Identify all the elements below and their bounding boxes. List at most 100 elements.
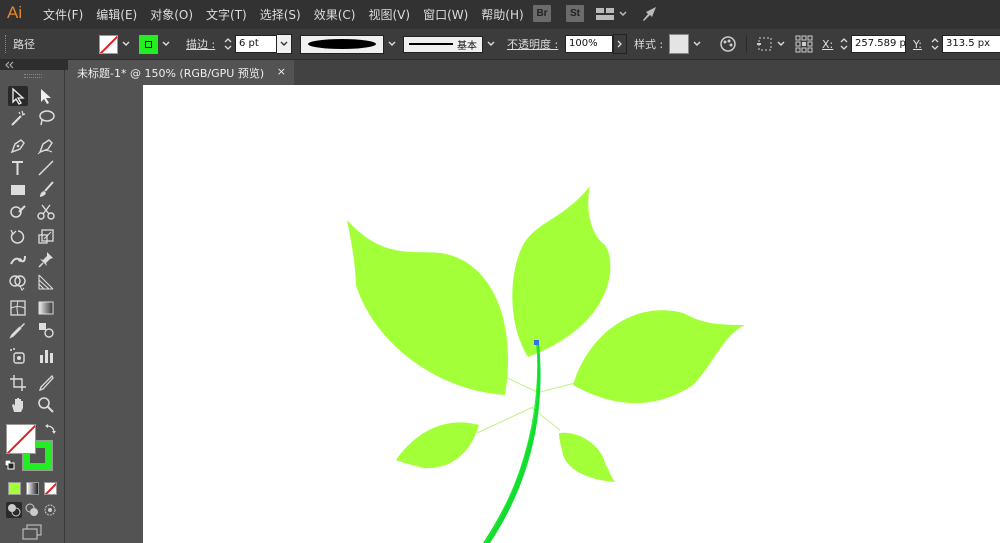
direct-selection-tool[interactable]: [36, 86, 56, 106]
column-graph-tool[interactable]: [36, 346, 56, 366]
swap-fill-stroke-icon[interactable]: [44, 423, 58, 435]
y-position-control[interactable]: 313.5 px: [931, 29, 1000, 59]
stepper-arrows-icon[interactable]: [224, 37, 232, 51]
stepper-arrows-icon[interactable]: [840, 37, 848, 51]
menu-file[interactable]: 文件(F): [43, 6, 83, 23]
bridge-button[interactable]: Br: [533, 5, 551, 22]
hand-tool[interactable]: [8, 395, 28, 415]
shape-builder-tool[interactable]: [8, 272, 28, 292]
stroke-swatch[interactable]: [139, 29, 170, 59]
selection-tool[interactable]: [8, 86, 28, 106]
stroke-weight-dropdown[interactable]: [277, 34, 292, 54]
opacity-flyout-button[interactable]: [613, 34, 627, 54]
reference-point-button[interactable]: [795, 29, 813, 59]
chevron-down-icon[interactable]: [122, 40, 130, 48]
stepper-arrows-icon[interactable]: [931, 37, 939, 51]
rectangle-tool[interactable]: [8, 180, 28, 200]
pen-tool[interactable]: [8, 136, 28, 156]
blend-icon: [39, 323, 54, 338]
shaper-tool[interactable]: [8, 202, 28, 222]
stroke-weight-stepper[interactable]: 6 pt: [224, 29, 292, 59]
menu-view[interactable]: 视图(V): [368, 6, 410, 23]
none-mode-button[interactable]: [44, 482, 57, 495]
leaf-lower-right[interactable]: [559, 432, 615, 482]
stock-button[interactable]: St: [566, 5, 584, 22]
recolor-artwork-button[interactable]: [720, 29, 736, 59]
gradient-icon: [38, 301, 54, 315]
panel-grip[interactable]: [24, 74, 42, 78]
scissors-tool[interactable]: [36, 202, 56, 222]
graphic-style-swatch[interactable]: [669, 34, 689, 54]
magic-wand-tool[interactable]: [8, 108, 28, 128]
menu-help[interactable]: 帮助(H): [481, 6, 523, 23]
color-mode-button[interactable]: [8, 482, 21, 495]
brush-definition[interactable]: 基本: [403, 29, 495, 59]
leaf-right[interactable]: [573, 310, 745, 404]
menu-edit[interactable]: 编辑(E): [96, 6, 137, 23]
magnifier-icon: [38, 397, 54, 413]
opacity-label[interactable]: 不透明度 :: [507, 29, 558, 59]
eyedropper-tool[interactable]: [8, 320, 28, 340]
chevron-down-icon[interactable]: [388, 40, 396, 48]
blend-tool[interactable]: [36, 320, 56, 340]
fill-swatch[interactable]: [99, 29, 130, 59]
document-tab[interactable]: 未标题-1* @ 150% (RGB/GPU 预览) ×: [68, 60, 294, 85]
draw-behind-button[interactable]: [24, 502, 40, 518]
perspective-grid-tool[interactable]: [36, 272, 56, 292]
tools-panel-header[interactable]: [0, 60, 68, 70]
opacity-input[interactable]: 100%: [565, 35, 613, 53]
curvature-tool[interactable]: [36, 136, 56, 156]
mesh-tool[interactable]: [8, 298, 28, 318]
chevron-down-icon[interactable]: [693, 40, 701, 48]
align-options-button[interactable]: [757, 29, 785, 59]
stroke-label[interactable]: 描边 :: [186, 29, 215, 59]
chevron-down-icon[interactable]: [487, 40, 495, 48]
menu-type[interactable]: 文字(T): [206, 6, 247, 23]
screen-mode-button[interactable]: [22, 524, 44, 540]
close-icon[interactable]: ×: [277, 65, 286, 78]
gradient-tool[interactable]: [36, 298, 56, 318]
lasso-tool[interactable]: [36, 108, 56, 128]
y-position-input[interactable]: 313.5 px: [942, 35, 1000, 53]
line-tool[interactable]: [36, 158, 56, 178]
menu-effect[interactable]: 效果(C): [314, 6, 356, 23]
graphic-style-picker[interactable]: [669, 29, 701, 59]
leaf-upper-left[interactable]: [347, 220, 509, 395]
collapse-panel-icon[interactable]: [4, 61, 14, 69]
opacity-control[interactable]: 100%: [565, 29, 627, 59]
slice-tool[interactable]: [36, 373, 56, 393]
menu-window[interactable]: 窗口(W): [423, 6, 468, 23]
type-tool[interactable]: [8, 158, 28, 178]
draw-inside-button[interactable]: [42, 502, 58, 518]
arrange-documents-icon[interactable]: [596, 7, 630, 22]
stroke-weight-input[interactable]: 6 pt: [235, 35, 277, 53]
rotate-tool[interactable]: [8, 227, 28, 247]
artboard-canvas[interactable]: [143, 85, 1000, 543]
default-fill-stroke-icon[interactable]: [5, 460, 15, 470]
variable-width-profile[interactable]: [300, 29, 396, 59]
gradient-mode-button[interactable]: [26, 482, 39, 495]
artboard-tool[interactable]: [8, 373, 28, 393]
pasteboard[interactable]: [68, 85, 143, 543]
gpu-performance-rocket-icon[interactable]: [640, 5, 660, 23]
fill-none-swatch[interactable]: [99, 34, 118, 54]
fill-color-box[interactable]: [6, 424, 36, 454]
x-position-input[interactable]: 257.589 px: [851, 35, 906, 53]
leaf-top[interactable]: [512, 186, 611, 357]
puppet-warp-tool[interactable]: [8, 250, 28, 270]
scale-tool[interactable]: [36, 227, 56, 247]
menu-select[interactable]: 选择(S): [260, 6, 301, 23]
x-position-control[interactable]: 257.589 px: [840, 29, 906, 59]
selected-anchor-point[interactable]: [534, 340, 539, 345]
menu-object[interactable]: 对象(O): [150, 6, 193, 23]
curvature-pen-icon: [37, 139, 53, 155]
paintbrush-tool[interactable]: [36, 180, 56, 200]
stroke-color-swatch[interactable]: [139, 34, 158, 54]
connector-line-upper-right: [535, 382, 576, 394]
leaf-lower-left[interactable]: [396, 422, 479, 469]
symbol-sprayer-tool[interactable]: [8, 346, 28, 366]
draw-normal-button[interactable]: [6, 502, 22, 518]
chevron-down-icon[interactable]: [162, 40, 170, 48]
pin-tool[interactable]: [36, 250, 56, 270]
zoom-tool[interactable]: [36, 395, 56, 415]
